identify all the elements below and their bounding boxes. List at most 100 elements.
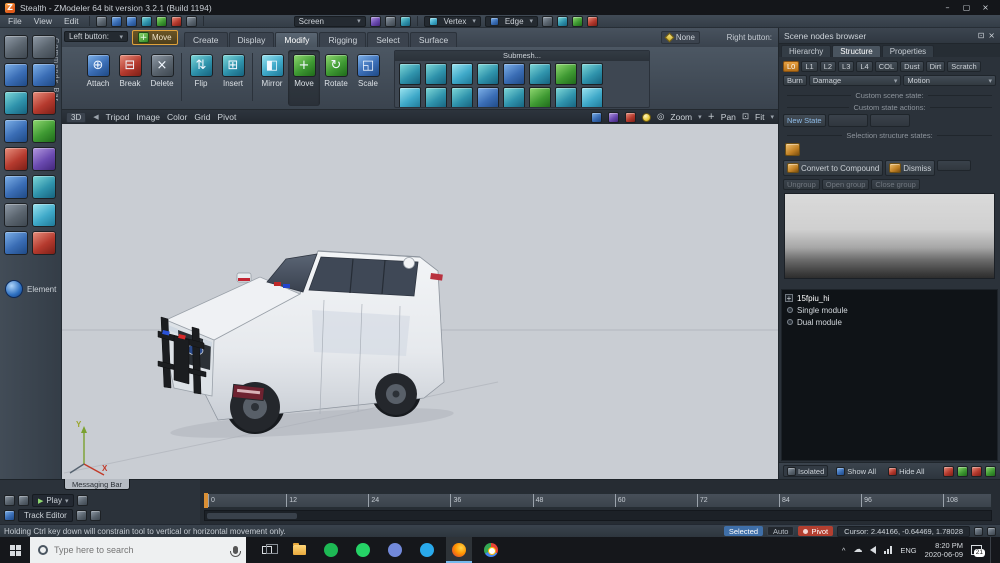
- lod-l0-button[interactable]: L0: [783, 61, 799, 72]
- tab-structure[interactable]: Structure: [832, 45, 880, 57]
- play-button[interactable]: ▶ Play ▾: [32, 494, 74, 507]
- scale-button[interactable]: ◱ Scale: [352, 50, 384, 106]
- shade-toggle-icon[interactable]: [400, 16, 411, 27]
- status-grid-icon[interactable]: [974, 527, 983, 536]
- menu-view[interactable]: View: [30, 16, 56, 26]
- viewport-menu-image[interactable]: Image: [136, 112, 160, 122]
- discord-button[interactable]: [382, 537, 408, 563]
- export-icon[interactable]: [156, 16, 167, 27]
- tab-display[interactable]: Display: [229, 32, 275, 47]
- messaging-bar-tab[interactable]: Messaging Bar: [64, 479, 130, 490]
- submesh-icon[interactable]: [399, 87, 421, 108]
- step-back-icon[interactable]: [18, 495, 29, 506]
- convert-to-compound-button[interactable]: Convert to Compound: [783, 160, 883, 176]
- radio-icon[interactable]: [787, 319, 793, 325]
- submesh-icon[interactable]: [555, 87, 577, 108]
- submesh-icon[interactable]: [503, 87, 525, 108]
- lod-l1-button[interactable]: L1: [801, 61, 817, 72]
- menu-edit[interactable]: Edit: [60, 16, 83, 26]
- lod-l2-button[interactable]: L2: [820, 61, 836, 72]
- hide-all-button[interactable]: Hide All: [884, 465, 928, 477]
- search-input[interactable]: [54, 545, 204, 555]
- expander-icon[interactable]: +: [785, 294, 793, 302]
- taskbar-search[interactable]: [30, 537, 246, 563]
- viewport-menu-pivot[interactable]: Pivot: [217, 112, 236, 122]
- tool-icon[interactable]: [32, 175, 56, 199]
- submesh-icon[interactable]: [581, 63, 603, 85]
- lod-l4-button[interactable]: L4: [856, 61, 872, 72]
- tool-icon[interactable]: [4, 147, 28, 171]
- clock[interactable]: 8:20 PM 2020-06-09: [925, 541, 963, 560]
- submesh-icon[interactable]: [399, 63, 421, 85]
- lod-dust-button[interactable]: Dust: [900, 61, 923, 72]
- right-button-tool-chip[interactable]: None: [661, 31, 700, 44]
- attach-button[interactable]: ⊕ Attach: [82, 50, 114, 106]
- fit-icon[interactable]: ⊡: [742, 112, 749, 122]
- language-indicator[interactable]: ENG: [900, 546, 916, 555]
- tab-properties[interactable]: Properties: [882, 45, 934, 57]
- microphone-icon[interactable]: [233, 546, 238, 554]
- damage-dropdown[interactable]: Damage ▾: [809, 75, 902, 86]
- new-scene-icon[interactable]: [96, 16, 107, 27]
- show-desktop-button[interactable]: [990, 537, 994, 563]
- viewport-canvas[interactable]: Y X: [62, 124, 778, 479]
- state-action-button[interactable]: [828, 114, 868, 127]
- onedrive-cloud-icon[interactable]: ☁: [853, 545, 862, 555]
- save-icon[interactable]: [126, 16, 137, 27]
- skype-button[interactable]: [414, 537, 440, 563]
- undo-icon[interactable]: [171, 16, 182, 27]
- lod-col-button[interactable]: COL: [875, 61, 898, 72]
- flip-button[interactable]: ⇅ Flip: [185, 50, 217, 106]
- submesh-icon[interactable]: [529, 63, 551, 85]
- rotate-button[interactable]: ↻ Rotate: [320, 50, 352, 106]
- axes-lock-icon[interactable]: [587, 16, 598, 27]
- left-button-tool-chip[interactable]: + Move: [132, 30, 178, 45]
- viewport-menu-tripod[interactable]: Tripod: [106, 112, 130, 122]
- compound-extra-button[interactable]: [937, 160, 971, 171]
- tab-create[interactable]: Create: [184, 32, 228, 47]
- tool-icon[interactable]: [4, 91, 28, 115]
- submesh-icon[interactable]: [425, 87, 447, 108]
- close-button[interactable]: ×: [976, 3, 995, 12]
- submesh-icon[interactable]: [503, 63, 525, 85]
- tab-surface[interactable]: Surface: [410, 32, 457, 47]
- tool-icon[interactable]: [32, 147, 56, 171]
- submesh-icon[interactable]: [555, 63, 577, 85]
- dismiss-button[interactable]: Dismiss: [885, 160, 935, 176]
- task-view-button[interactable]: [254, 537, 280, 563]
- volume-icon[interactable]: [870, 546, 876, 554]
- minimize-button[interactable]: –: [938, 3, 957, 12]
- tool-icon[interactable]: [32, 91, 56, 115]
- file-explorer-button[interactable]: [286, 537, 312, 563]
- tool-icon[interactable]: [4, 175, 28, 199]
- tool-icon[interactable]: [4, 63, 28, 87]
- tool-icon[interactable]: [32, 63, 56, 87]
- open-icon[interactable]: [111, 16, 122, 27]
- tab-rigging[interactable]: Rigging: [319, 32, 366, 47]
- action-center-icon[interactable]: 21: [971, 545, 982, 555]
- submesh-icon[interactable]: [529, 87, 551, 108]
- isolated-toggle[interactable]: Isolated: [783, 465, 828, 477]
- vertex-mode-toggle[interactable]: Vertex ▾: [424, 16, 481, 27]
- submesh-icon[interactable]: [451, 87, 473, 108]
- submesh-icon[interactable]: [477, 63, 499, 85]
- tab-modify[interactable]: Modify: [275, 32, 318, 47]
- panel-close-icon[interactable]: ×: [988, 31, 995, 40]
- break-button[interactable]: ⊟ Break: [114, 50, 146, 106]
- snap-keys-icon[interactable]: [90, 510, 101, 521]
- state-action-button[interactable]: [870, 114, 910, 127]
- object-mode-icon[interactable]: [557, 16, 568, 27]
- whatsapp-button[interactable]: [350, 537, 376, 563]
- lod-l3-button[interactable]: L3: [838, 61, 854, 72]
- scrollbar-thumb[interactable]: [207, 513, 297, 519]
- tool-icon[interactable]: [32, 35, 56, 59]
- keyframe-icon[interactable]: [76, 510, 87, 521]
- visibility-icon[interactable]: [957, 466, 968, 477]
- edge-mode-toggle[interactable]: Edge ▾: [485, 16, 538, 27]
- submesh-icon[interactable]: [425, 63, 447, 85]
- viewport-menu-color[interactable]: Color: [167, 112, 187, 122]
- tool-icon[interactable]: [4, 119, 28, 143]
- tab-hierarchy[interactable]: Hierarchy: [781, 45, 831, 57]
- delete-button[interactable]: × Delete: [146, 50, 178, 106]
- screen-mode-dropdown[interactable]: Screen ▾: [294, 16, 366, 27]
